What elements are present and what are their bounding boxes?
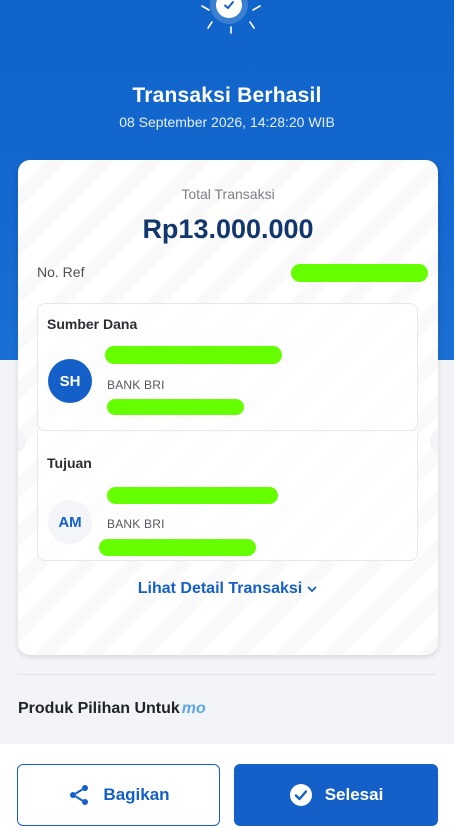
recommendation-title-text: Produk Pilihan Untuk [18, 700, 180, 717]
done-button[interactable]: Selesai [234, 764, 438, 826]
source-title: Sumber Dana [47, 316, 138, 332]
total-amount: Rp13.000.000 [142, 214, 314, 244]
share-button-label: Bagikan [103, 785, 170, 804]
transaction-datetime: 08 September 2026, 14:28:20 WIB [119, 114, 335, 130]
share-button[interactable]: Bagikan [17, 764, 220, 826]
destination-avatar: AM [48, 500, 92, 544]
check-icon [224, 1, 234, 9]
destination-section: Tujuan AM BANK BRI [37, 431, 418, 561]
source-bank: BANK BRI [107, 378, 165, 392]
view-transaction-detail-link[interactable]: Lihat Detail Transaksi [18, 580, 438, 598]
recommendation-title: Produk Pilihan Untuk mo [18, 700, 206, 718]
section-divider [18, 674, 436, 675]
ref-label: No. Ref [37, 264, 85, 280]
destination-account-redacted [99, 539, 256, 556]
done-button-label: Selesai [324, 785, 384, 804]
receipt-card: Total Transaksi Rp13.000.000 No. Ref Sum… [18, 160, 438, 655]
brand-logo-mo: mo [181, 700, 206, 717]
source-fund-section: Sumber Dana SH BANK BRI [37, 303, 418, 431]
destination-bank: BANK BRI [107, 517, 165, 531]
source-name-redacted [105, 346, 282, 364]
page-title: Transaksi Berhasil [132, 84, 322, 107]
destination-title: Tujuan [47, 455, 92, 471]
destination-name-redacted [107, 487, 278, 504]
detail-link-label: Lihat Detail Transaksi [137, 580, 303, 597]
ref-number-redacted [291, 264, 428, 282]
total-label: Total Transaksi [181, 186, 275, 202]
source-avatar: SH [48, 359, 92, 403]
share-icon [70, 785, 89, 805]
source-account-redacted [107, 399, 244, 415]
chevron-down-icon [307, 586, 317, 592]
check-circle-icon [289, 784, 312, 806]
bottom-action-bar: Bagikan Selesai [0, 744, 454, 828]
